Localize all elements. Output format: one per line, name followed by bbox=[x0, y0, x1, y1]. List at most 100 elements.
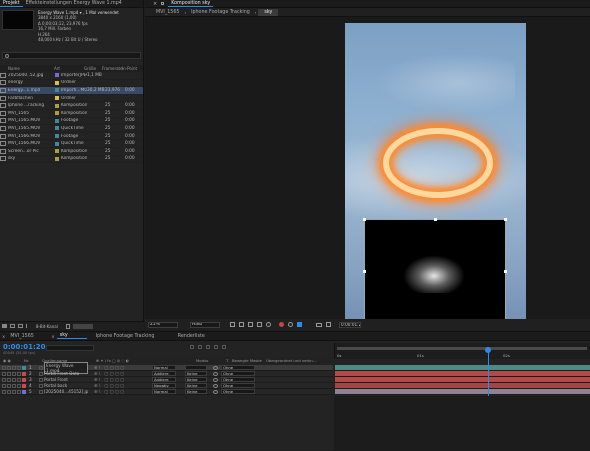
item-label-color[interactable] bbox=[55, 126, 59, 131]
project-item[interactable]: Screen...or Pic Komposition 25 0:00 bbox=[0, 148, 143, 156]
tab-effect-controls[interactable]: Effekteinstellungen Energy Wave 1.mp4 bbox=[23, 1, 125, 6]
item-label-color[interactable] bbox=[55, 80, 59, 85]
parent-select[interactable]: Ohne bbox=[221, 365, 255, 370]
work-area-bar[interactable] bbox=[337, 347, 587, 350]
new-folder-icon[interactable] bbox=[10, 324, 15, 328]
item-label-color[interactable] bbox=[55, 141, 59, 146]
close-icon[interactable]: × bbox=[153, 1, 157, 7]
blend-mode-select[interactable]: Negativ bbox=[152, 383, 176, 388]
lock-icon[interactable] bbox=[17, 365, 21, 370]
layer-search-input[interactable] bbox=[46, 345, 94, 351]
grid-icon[interactable] bbox=[257, 322, 262, 327]
project-item[interactable]: 2025040..52.jpg ImporterJPEG 1,1 MB bbox=[0, 72, 143, 80]
pen-icon[interactable] bbox=[26, 324, 30, 328]
timeline-tab-render-queue[interactable]: Renderliste bbox=[175, 334, 208, 339]
resolution-select[interactable]: Halb bbox=[190, 321, 220, 328]
audio-icon[interactable] bbox=[7, 365, 11, 370]
pickwhip-icon[interactable] bbox=[213, 389, 218, 394]
project-item[interactable]: Energy...1.mp4 Importi...MOV30,2 MB23,976… bbox=[0, 87, 143, 95]
project-item[interactable]: MVI_1566.MOV Footage 25 0:00 bbox=[0, 133, 143, 141]
timeline-timecode[interactable]: 0:00:01:20 bbox=[3, 343, 46, 351]
comp-tab-mvi-1565[interactable]: MVI_1565 bbox=[153, 10, 182, 15]
comp-viewport[interactable] bbox=[145, 18, 590, 319]
time-ruler[interactable]: 0s 01s 02s bbox=[334, 343, 590, 359]
comp-flowchart-icon[interactable] bbox=[190, 345, 194, 349]
item-label-color[interactable] bbox=[55, 103, 59, 108]
item-label-color[interactable] bbox=[55, 96, 59, 101]
layer-label-color[interactable] bbox=[22, 389, 26, 394]
comp-tab-iphone-footage[interactable]: Iphone Footage Tracking bbox=[188, 10, 253, 15]
audio-icon[interactable] bbox=[7, 389, 11, 394]
guide-icon[interactable] bbox=[266, 322, 271, 327]
layer-switches[interactable]: ⊕ \ ▢ ▢ ▢ ▢ bbox=[94, 377, 152, 382]
parent-select[interactable]: Ohne bbox=[221, 377, 255, 382]
blend-mode-select[interactable]: Addiere bbox=[152, 371, 176, 376]
solo-icon[interactable] bbox=[12, 377, 16, 382]
track-matte-select[interactable]: Keine bbox=[185, 371, 207, 376]
project-item[interactable]: MVI_1565 Komposition 25 0:00 bbox=[0, 110, 143, 118]
project-item[interactable]: sky Komposition 25 0:00 bbox=[0, 156, 143, 164]
transparency-grid-icon[interactable] bbox=[239, 322, 244, 327]
layer-handle[interactable] bbox=[363, 270, 366, 273]
lock-icon[interactable] bbox=[17, 383, 21, 388]
layer-handle[interactable] bbox=[504, 218, 507, 221]
trash-icon[interactable] bbox=[65, 323, 70, 329]
layer-label-color[interactable] bbox=[22, 377, 26, 382]
audio-icon[interactable] bbox=[7, 377, 11, 382]
project-item[interactable]: energy Ordner bbox=[0, 80, 143, 88]
col-in[interactable]: In-Point bbox=[122, 66, 142, 71]
track-matte-select[interactable]: Keine bbox=[185, 383, 207, 388]
layer-switches[interactable]: ⊕ \ ▢ ▢ ▢ ▢ bbox=[94, 383, 152, 388]
item-label-color[interactable] bbox=[55, 73, 59, 78]
track-matte-select[interactable]: Keine bbox=[185, 389, 207, 394]
blend-mode-select[interactable]: Normal bbox=[152, 389, 176, 394]
col-nr[interactable]: Nr. bbox=[24, 358, 42, 363]
visibility-icon[interactable] bbox=[2, 383, 6, 388]
layer-switches[interactable]: ⊕ \ ▢ ▢ ▢ ▢ bbox=[94, 371, 152, 376]
timeline-tab-mvi-1565[interactable]: MVI_1565 bbox=[7, 334, 49, 339]
playhead-handle[interactable] bbox=[485, 347, 491, 353]
interpret-footage-icon[interactable] bbox=[2, 324, 7, 328]
project-item[interactable]: MVI_1565.MOV Footage 25 0:00 bbox=[0, 118, 143, 126]
sky-frame[interactable] bbox=[345, 23, 526, 319]
visibility-icon[interactable] bbox=[2, 371, 6, 376]
energy-wave-layer[interactable] bbox=[363, 218, 507, 319]
item-label-color[interactable] bbox=[55, 118, 59, 123]
solo-icon[interactable] bbox=[12, 365, 16, 370]
col-type[interactable]: Art bbox=[54, 66, 84, 71]
item-label-color[interactable] bbox=[55, 111, 59, 116]
bit-depth-button[interactable]: 8-Bit-Kanal bbox=[36, 324, 58, 329]
item-label-color[interactable] bbox=[55, 88, 59, 93]
layer-handle[interactable] bbox=[504, 270, 507, 273]
motion-blur-icon[interactable] bbox=[214, 345, 218, 349]
timeline-tab-iphone[interactable]: Iphone Footage Tracking bbox=[93, 334, 169, 339]
lock-icon[interactable] bbox=[17, 371, 21, 376]
layer-label-color[interactable] bbox=[22, 383, 26, 388]
pickwhip-icon[interactable] bbox=[213, 377, 218, 382]
layer-name[interactable]: Portal back bbox=[44, 383, 88, 388]
comp-panel-title[interactable]: Komposition sky bbox=[168, 1, 214, 7]
parent-select[interactable]: Ohne bbox=[221, 371, 255, 376]
layer-handle[interactable] bbox=[434, 218, 437, 221]
parent-select[interactable]: Ohne bbox=[221, 383, 255, 388]
comp-tab-sky[interactable]: sky bbox=[258, 8, 279, 16]
blend-mode-select[interactable]: Addiere bbox=[152, 377, 176, 382]
layer-switches[interactable]: ⊕ \ ▢ ▢ ▢ ▢ bbox=[94, 389, 152, 394]
visibility-icon[interactable] bbox=[2, 365, 6, 370]
parent-select[interactable]: Ohne bbox=[221, 389, 255, 394]
pickwhip-icon[interactable] bbox=[213, 365, 218, 370]
project-item[interactable]: Farbflächen Ordner bbox=[0, 95, 143, 103]
layer-switches[interactable]: ⊕ \ ▢ ▢ ▢ ▢ bbox=[94, 365, 152, 370]
project-item[interactable]: MVI_1566.MOV QuickTime 25 0:00 bbox=[0, 140, 143, 148]
col-trkmat[interactable]: Bewegte Maske bbox=[232, 358, 266, 363]
project-item[interactable]: Iphone ...racking Komposition 25 0:00 bbox=[0, 102, 143, 110]
layer-label-color[interactable] bbox=[22, 365, 26, 370]
fast-preview-icon[interactable] bbox=[297, 322, 302, 327]
pickwhip-icon[interactable] bbox=[213, 383, 218, 388]
layer-name[interactable]: Portal Front bbox=[44, 377, 88, 382]
visibility-icon[interactable] bbox=[2, 377, 6, 382]
close-icon[interactable]: × bbox=[2, 334, 5, 339]
item-label-color[interactable] bbox=[55, 156, 59, 161]
timeline-tab-sky[interactable]: sky bbox=[56, 333, 87, 339]
layer-name[interactable]: Portal Front Data bbox=[44, 371, 88, 376]
